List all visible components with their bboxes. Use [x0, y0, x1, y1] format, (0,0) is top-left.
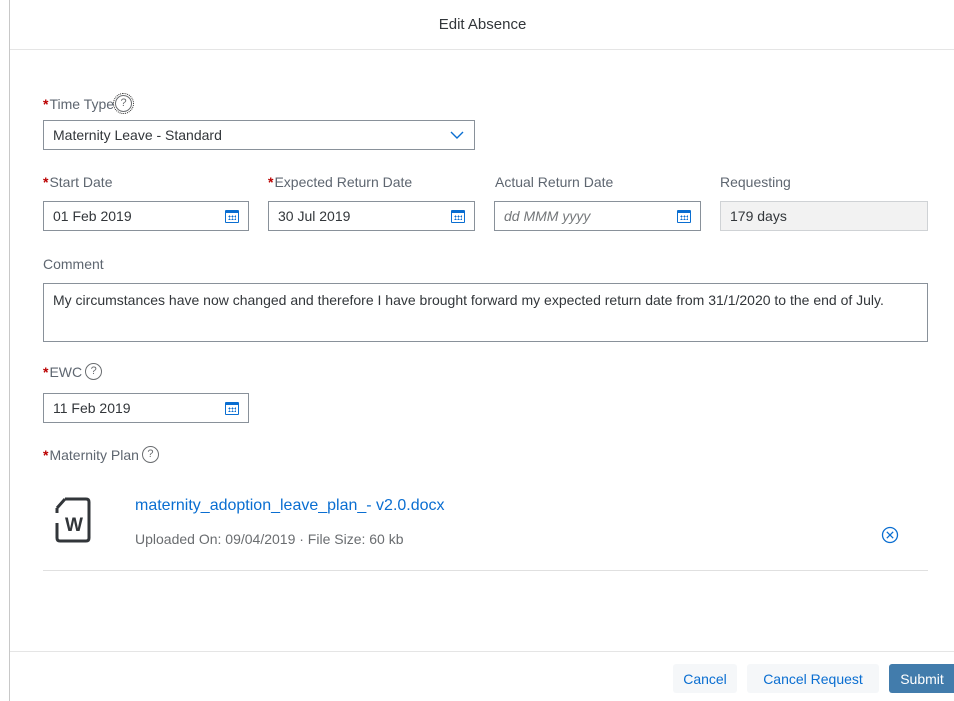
- cancel-button[interactable]: Cancel: [673, 664, 737, 693]
- word-document-icon: W: [54, 497, 94, 543]
- expected-return-date-input[interactable]: 30 Jul 2019: [268, 201, 475, 231]
- actual-return-date-label-text: Actual Return Date: [495, 174, 614, 190]
- start-date-label-text: Start Date: [49, 174, 113, 190]
- required-marker: *: [43, 446, 49, 463]
- ewc-label-text: EWC: [49, 363, 83, 380]
- requesting-label-text: Requesting: [720, 174, 791, 190]
- uploaded-file-item: W maternity_adoption_leave_plan_- v2.0.d…: [43, 475, 928, 571]
- help-icon[interactable]: ?: [141, 446, 159, 463]
- file-name-link[interactable]: maternity_adoption_leave_plan_- v2.0.doc…: [135, 497, 445, 515]
- remove-file-icon[interactable]: [881, 526, 899, 544]
- expected-return-date-value: 30 Jul 2019: [278, 208, 351, 224]
- expected-return-date-label: * Expected Return Date: [268, 174, 412, 190]
- time-type-label-text: Time Type: [49, 95, 115, 112]
- required-marker: *: [43, 363, 49, 380]
- calendar-icon[interactable]: [677, 209, 691, 223]
- dialog-title: Edit Absence: [438, 16, 527, 33]
- actual-return-date-label: Actual Return Date: [495, 174, 613, 190]
- file-meta: Uploaded On: 09/04/2019 · File Size: 60 …: [135, 531, 404, 547]
- help-icon[interactable]: ?: [85, 363, 103, 380]
- help-icon[interactable]: ?: [113, 93, 135, 114]
- expected-return-date-label-text: Expected Return Date: [274, 174, 413, 190]
- cancel-request-button[interactable]: Cancel Request: [747, 664, 879, 693]
- time-type-label: * Time Type ?: [43, 93, 135, 114]
- requesting-label: Requesting: [720, 174, 791, 190]
- comment-label: Comment: [43, 256, 104, 272]
- time-type-select[interactable]: Maternity Leave - Standard: [43, 120, 475, 150]
- dialog-footer: Cancel Cancel Request Submit: [10, 651, 954, 701]
- actual-return-date-placeholder: dd MMM yyyy: [504, 208, 591, 224]
- requesting-days-value: 179 days: [730, 208, 787, 224]
- chevron-down-icon[interactable]: [449, 127, 465, 143]
- time-type-value: Maternity Leave - Standard: [53, 127, 222, 143]
- start-date-value: 01 Feb 2019: [53, 208, 132, 224]
- submit-button[interactable]: Submit: [889, 664, 954, 693]
- start-date-label: * Start Date: [43, 174, 112, 190]
- actual-return-date-input[interactable]: dd MMM yyyy: [494, 201, 701, 231]
- ewc-label: * EWC ?: [43, 363, 103, 380]
- word-icon-letter: W: [65, 515, 83, 536]
- required-marker: *: [43, 174, 49, 190]
- calendar-icon[interactable]: [451, 209, 465, 223]
- required-marker: *: [268, 174, 274, 190]
- maternity-plan-label: * Maternity Plan ?: [43, 446, 159, 463]
- start-date-input[interactable]: 01 Feb 2019: [43, 201, 249, 231]
- comment-label-text: Comment: [43, 256, 104, 272]
- ewc-date-value: 11 Feb 2019: [53, 400, 131, 416]
- maternity-plan-label-text: Maternity Plan: [49, 446, 139, 463]
- comment-textarea[interactable]: My circumstances have now changed and th…: [43, 283, 928, 342]
- edit-absence-dialog: Edit Absence * Time Type ? Maternity Lea…: [9, 0, 954, 701]
- ewc-date-input[interactable]: 11 Feb 2019: [43, 393, 249, 423]
- calendar-icon[interactable]: [225, 209, 239, 223]
- requesting-days-field: 179 days: [720, 201, 928, 231]
- required-marker: *: [43, 95, 49, 112]
- calendar-icon[interactable]: [225, 401, 239, 415]
- dialog-header: Edit Absence: [10, 0, 954, 50]
